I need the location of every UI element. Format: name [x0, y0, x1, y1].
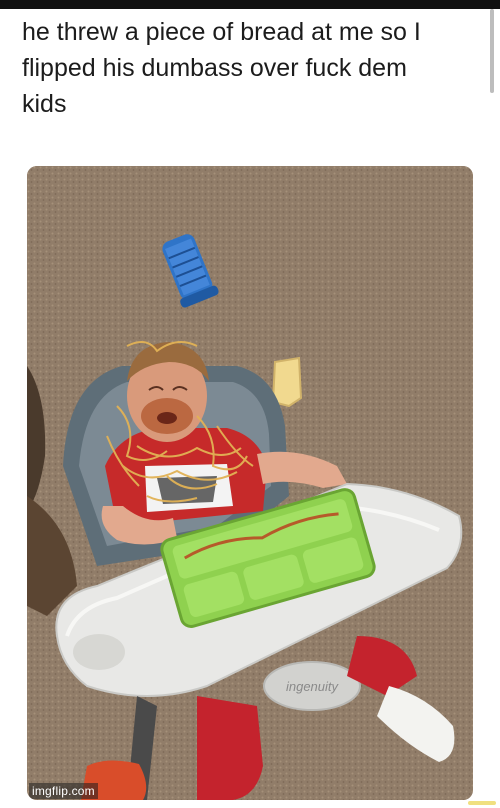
toddler-highchair-illustration: ingenuity	[27, 166, 473, 800]
top-status-bar	[0, 0, 500, 9]
tray-brand-label: ingenuity	[286, 679, 340, 694]
toddler-left-leg	[197, 696, 263, 800]
imgflip-watermark: imgflip.com	[29, 783, 98, 799]
meme-photo: ingenuity imgflip.com	[27, 166, 473, 800]
bread-piece	[271, 356, 303, 408]
corner-mark	[468, 801, 496, 805]
scrollbar[interactable]	[490, 9, 494, 93]
post-caption: he threw a piece of bread at me so I fli…	[22, 18, 421, 118]
